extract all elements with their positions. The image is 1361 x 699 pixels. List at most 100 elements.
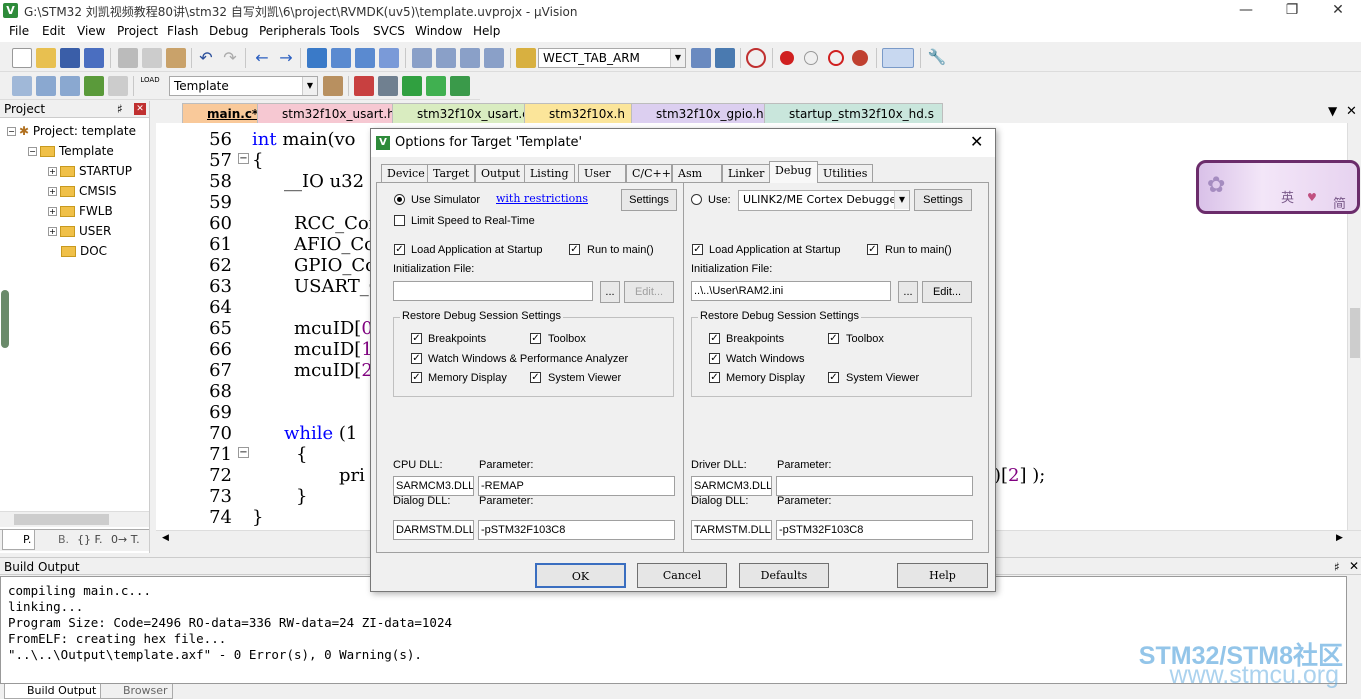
expand-icon[interactable]: +	[48, 187, 57, 196]
init-file-edit-button[interactable]: Edit...	[624, 281, 674, 303]
side-handle[interactable]	[1, 290, 9, 348]
ime-english-toggle[interactable]: 英	[1281, 187, 1294, 206]
scroll-thumb[interactable]	[14, 514, 109, 525]
start-debug-icon[interactable]	[746, 48, 766, 68]
menu-edit[interactable]: Edit	[42, 24, 65, 38]
menu-file[interactable]: File	[9, 24, 29, 38]
collapse-icon[interactable]: −	[7, 127, 16, 136]
configure-icon[interactable]: 🔧	[927, 48, 947, 68]
tab-books[interactable]: B.	[40, 530, 72, 550]
system-viewer-checkbox-right[interactable]: ✓	[828, 372, 839, 383]
software-packs-icon[interactable]	[450, 76, 470, 96]
simulator-settings-button[interactable]: Settings	[621, 189, 677, 211]
tab-cpp[interactable]: C/C++	[626, 164, 672, 182]
driver-param-input[interactable]	[776, 476, 973, 496]
next-bookmark-icon[interactable]	[355, 48, 375, 68]
tree-group-user[interactable]: + USER	[48, 224, 111, 238]
cancel-button[interactable]: Cancel	[637, 563, 727, 588]
tree-group-cmsis[interactable]: + CMSIS	[48, 184, 117, 198]
breakpoint-icon[interactable]	[780, 51, 794, 65]
file-tab-usart-c[interactable]: stm32f10x_usart.c	[392, 103, 538, 123]
build-vscrollbar[interactable]	[1347, 576, 1361, 684]
with-restrictions-link[interactable]: with restrictions	[496, 192, 588, 205]
target-options-icon[interactable]	[323, 76, 343, 96]
menu-window[interactable]: Window	[415, 24, 462, 38]
close-window-button[interactable]: ✕	[1315, 0, 1361, 21]
uncomment-icon[interactable]	[484, 48, 504, 68]
translate-icon[interactable]	[12, 76, 32, 96]
menu-help[interactable]: Help	[473, 24, 500, 38]
expand-icon[interactable]: +	[48, 167, 57, 176]
copy-icon[interactable]	[142, 48, 162, 68]
file-tab-stm32f10x-h[interactable]: stm32f10x.h	[524, 103, 634, 123]
scroll-right-icon[interactable]: ▶	[1336, 533, 1343, 543]
expand-icon[interactable]: +	[48, 207, 57, 216]
expand-icon[interactable]: +	[48, 227, 57, 236]
open-file-icon[interactable]	[36, 48, 56, 68]
fold-toggle-icon[interactable]: −	[238, 153, 249, 164]
dialog-param-input-right[interactable]: -pSTM32F103C8	[776, 520, 973, 540]
manage-project-items-icon[interactable]	[354, 76, 374, 96]
dialog-dll-input-right[interactable]: TARMSTM.DLL	[691, 520, 772, 540]
menu-debug[interactable]: Debug	[209, 24, 248, 38]
tab-user[interactable]: User	[578, 164, 626, 182]
tab-listing[interactable]: Listing	[524, 164, 575, 182]
cpu-dll-input[interactable]: SARMCM3.DLL	[393, 476, 474, 496]
tab-functions[interactable]: {} F.	[74, 530, 106, 550]
toolbox-checkbox[interactable]: ✓	[530, 333, 541, 344]
debugger-settings-button[interactable]: Settings	[914, 189, 972, 211]
navigate-back-icon[interactable]: ←	[252, 48, 272, 68]
fold-toggle-icon[interactable]: −	[238, 447, 249, 458]
use-debugger-radio[interactable]	[691, 194, 702, 205]
select-packs-icon[interactable]	[378, 76, 398, 96]
batch-build-icon[interactable]	[84, 76, 104, 96]
init-file-edit-button-right[interactable]: Edit...	[922, 281, 972, 303]
init-file-input[interactable]	[393, 281, 593, 301]
load-app-checkbox-right[interactable]: ✓	[692, 244, 703, 255]
tree-group-startup[interactable]: + STARTUP	[48, 164, 132, 178]
menu-svcs[interactable]: SVCS	[373, 24, 405, 38]
file-tab-usart-h[interactable]: stm32f10x_usart.h	[257, 103, 404, 123]
undo-icon[interactable]: ↶	[196, 48, 216, 68]
rebuild-icon[interactable]	[60, 76, 80, 96]
init-file-browse-button-right[interactable]: ...	[898, 281, 918, 303]
tree-target[interactable]: − Template	[28, 144, 114, 158]
incremental-find-icon[interactable]	[715, 48, 735, 68]
navigate-forward-icon[interactable]: →	[276, 48, 296, 68]
menu-flash[interactable]: Flash	[167, 24, 198, 38]
tree-group-doc[interactable]: DOC	[61, 244, 107, 258]
run-to-main-checkbox-right[interactable]: ✓	[867, 244, 878, 255]
scroll-thumb[interactable]	[1350, 308, 1360, 358]
tab-asm[interactable]: Asm	[672, 164, 722, 182]
close-tab-icon[interactable]: ✕	[1346, 104, 1357, 119]
chevron-down-icon[interactable]: ▼	[302, 77, 317, 95]
manage-rte-icon[interactable]	[402, 76, 422, 96]
save-all-icon[interactable]	[84, 48, 104, 68]
target-select[interactable]: Template ▼	[169, 76, 318, 96]
tab-project[interactable]: P.	[2, 530, 36, 550]
download-icon[interactable]: LOAD	[140, 76, 160, 96]
dialog-close-button[interactable]: ✕	[970, 132, 983, 151]
find-in-files-icon[interactable]	[516, 48, 536, 68]
maximize-button[interactable]: ❐	[1269, 0, 1315, 21]
save-icon[interactable]	[60, 48, 80, 68]
build-icon[interactable]	[36, 76, 56, 96]
redo-icon[interactable]: ↷	[220, 48, 240, 68]
cut-icon[interactable]	[118, 48, 138, 68]
cpu-param-input[interactable]: -REMAP	[478, 476, 675, 496]
disable-breakpoint-icon[interactable]	[804, 51, 818, 65]
tab-target[interactable]: Target	[427, 164, 476, 182]
tree-project-root[interactable]: − ✱ Project: template	[7, 124, 136, 138]
tab-debug[interactable]: Debug	[769, 161, 818, 183]
tab-output[interactable]: Output	[475, 164, 527, 182]
menu-view[interactable]: View	[77, 24, 105, 38]
driver-dll-input[interactable]: SARMCM3.DLL	[691, 476, 772, 496]
help-button[interactable]: Help	[897, 563, 988, 588]
ok-button[interactable]: OK	[535, 563, 626, 588]
watch-windows-checkbox[interactable]: ✓	[411, 353, 422, 364]
breakpoints-checkbox[interactable]: ✓	[411, 333, 422, 344]
chevron-down-icon[interactable]: ▼	[670, 49, 685, 67]
scroll-left-icon[interactable]: ◀	[162, 533, 169, 543]
dialog-param-input[interactable]: -pSTM32F103C8	[478, 520, 675, 540]
limit-speed-checkbox[interactable]	[394, 215, 405, 226]
